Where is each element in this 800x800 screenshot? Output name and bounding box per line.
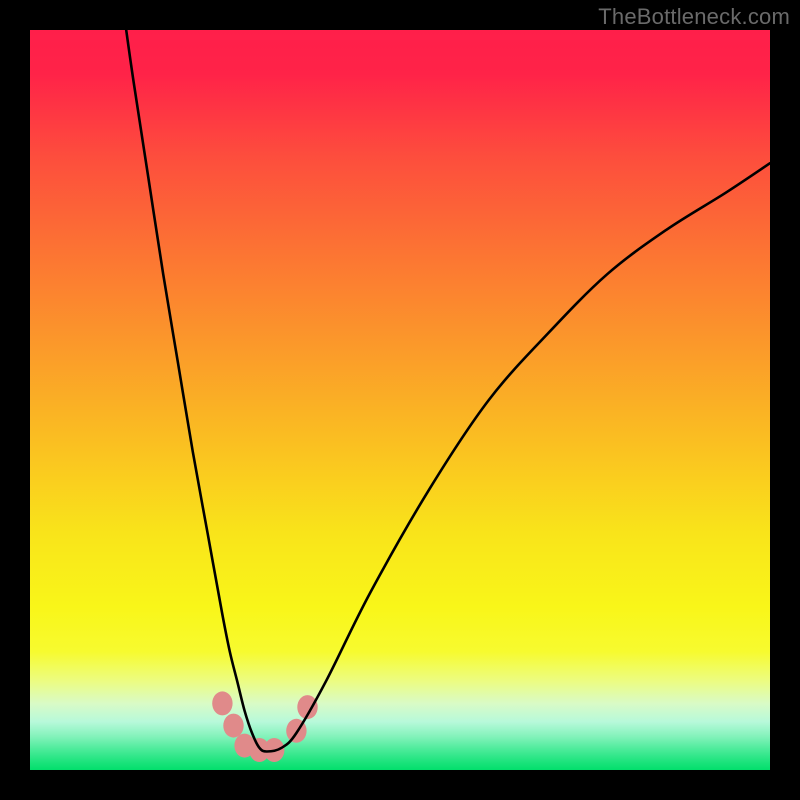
marker-dot — [212, 691, 232, 715]
marker-dot — [223, 714, 243, 738]
watermark-label: TheBottleneck.com — [598, 4, 790, 30]
curve-layer — [30, 30, 770, 770]
bottleneck-curve — [126, 30, 770, 752]
plot-area — [30, 30, 770, 770]
chart-stage: TheBottleneck.com — [0, 0, 800, 800]
